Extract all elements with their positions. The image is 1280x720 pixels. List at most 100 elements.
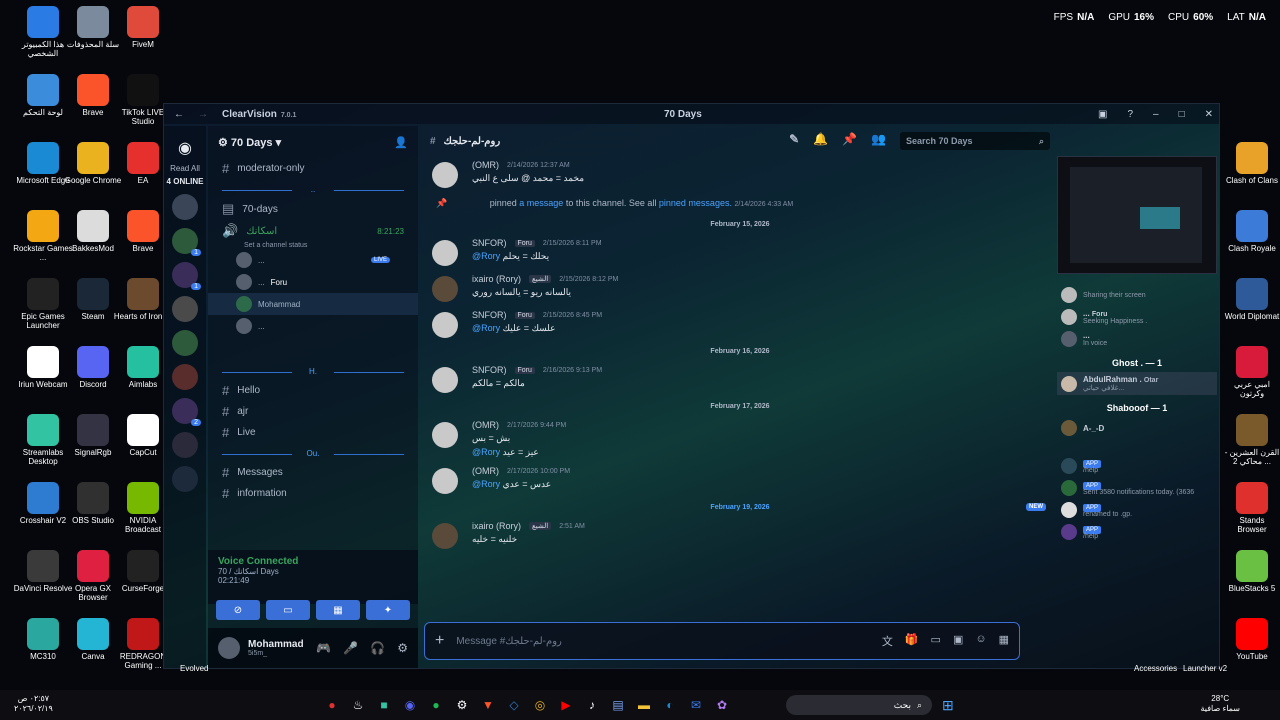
desktop-shortcut[interactable]: Clash Royale <box>1224 210 1280 253</box>
search-input[interactable]: Search 70 Days ⌕ <box>900 132 1050 150</box>
channel-live[interactable]: # Live <box>208 422 418 443</box>
gift-icon[interactable]: 🎁 <box>905 633 919 649</box>
message[interactable]: ixairo (Rory) الشيع 2/15/2026 8:12 PM يالس… <box>420 270 1060 306</box>
channel-status[interactable]: Set a channel status <box>208 242 418 249</box>
channel-hello[interactable]: # Hello <box>208 380 418 401</box>
controller-icon[interactable]: 🎮 <box>316 641 331 655</box>
app-icon[interactable]: ■ <box>376 697 392 713</box>
translate-icon[interactable]: 文 <box>882 633 893 649</box>
pin-icon[interactable]: 📌 <box>842 132 857 150</box>
channel-70-days[interactable]: ▤ 70-days <box>208 198 418 220</box>
discord-logo-icon[interactable]: ◉ <box>172 138 198 158</box>
desktop-shortcut[interactable]: امبي عربي وكرتون <box>1224 346 1280 398</box>
clock[interactable]: ٠٢:٥٧ ص ٢٠٢٦/٠٢/١٩ <box>14 694 53 714</box>
app-icon[interactable]: ● <box>324 697 340 713</box>
forward-arrow-icon[interactable]: → <box>198 109 208 120</box>
message-composer[interactable]: + Message #روم-لم-حلجك 文 🎁 ▭ ▣ ☺ ▦ <box>424 622 1020 660</box>
category-header[interactable]: Ou. <box>208 449 418 458</box>
desktop-shortcut[interactable]: Clash of Clans <box>1224 142 1280 185</box>
copilot-icon[interactable]: ✿ <box>714 697 730 713</box>
category-header[interactable]: H. <box>208 367 418 376</box>
voice-channel[interactable]: 🔊 اسكانك 8:21:23 <box>208 220 418 242</box>
category-header[interactable]: .. <box>208 185 418 194</box>
server-icon[interactable] <box>172 194 198 220</box>
youtube-icon[interactable]: ▶ <box>558 697 574 713</box>
apps-icon[interactable]: ▦ <box>999 633 1009 649</box>
bot-item[interactable]: APP renamed to .gp. <box>1057 499 1217 521</box>
voice-user[interactable]: ... LIVE <box>208 249 418 271</box>
windows-start-icon[interactable]: ⊞ <box>942 697 954 714</box>
voice-user[interactable]: ... <box>208 315 418 337</box>
member-item[interactable]: Sharing their screen <box>1057 284 1217 306</box>
pinned-messages-link[interactable]: pinned messages. <box>659 198 732 208</box>
pinned-message-link[interactable]: a message <box>519 198 563 208</box>
desktop-shortcut[interactable]: YouTube <box>1224 618 1280 661</box>
close-button[interactable]: ✕ <box>1205 109 1213 120</box>
server-icon[interactable] <box>172 432 198 458</box>
help-icon[interactable]: ? <box>1127 109 1133 120</box>
bot-item[interactable]: APP/help <box>1057 521 1217 543</box>
chrome-icon[interactable]: ◎ <box>532 697 548 713</box>
message[interactable]: (OMR) 2/17/2026 9:44 PM بش = بس @Rory عيز… <box>420 416 1060 462</box>
brave-icon[interactable]: ▼ <box>480 697 496 713</box>
bot-item[interactable]: APP/help <box>1057 455 1217 477</box>
tiktok-icon[interactable]: ♪ <box>584 697 600 713</box>
weather-widget[interactable]: 28°C سماء صافية <box>1200 694 1240 714</box>
server-icon[interactable] <box>172 466 198 492</box>
member-item[interactable]: ... Foru Seeking Happiness . <box>1057 306 1217 328</box>
maximize-button[interactable]: □ <box>1179 109 1185 120</box>
avatar[interactable] <box>218 637 240 659</box>
app-icon[interactable]: ◇ <box>506 697 522 713</box>
message[interactable]: SNFOR) Foru 2/15/2026 8:11 PM @Rory يحلك =… <box>420 234 1060 270</box>
voice-connected-label[interactable]: Voice Connected <box>218 556 408 567</box>
settings-gear-icon[interactable]: ⚙ <box>397 641 408 655</box>
soundboard-button[interactable]: ✦ <box>366 600 410 620</box>
desktop-shortcut[interactable]: Stands Browser <box>1224 482 1280 534</box>
desktop-shortcut[interactable]: BlueStacks 5 <box>1224 550 1280 593</box>
message[interactable]: SNFOR) Foru 2/16/2026 9:13 PM مالكم = مالك… <box>420 361 1060 397</box>
inbox-icon[interactable]: ▣ <box>1098 109 1107 120</box>
desktop-shortcut[interactable]: القرن العشرين - محاكي 2 ... <box>1224 414 1280 466</box>
members-icon[interactable]: 👥 <box>871 132 886 150</box>
message-input[interactable]: Message #روم-لم-حلجك <box>456 636 562 647</box>
voice-user[interactable]: ... Foru <box>208 271 418 293</box>
channel-moderator-only[interactable]: # moderator-only <box>208 158 418 179</box>
server-icon[interactable]: 2 <box>172 398 201 426</box>
steam-icon[interactable]: ♨ <box>350 697 366 713</box>
microphone-icon[interactable]: 🎤 <box>343 641 358 655</box>
mail-icon[interactable]: ✉ <box>688 697 704 713</box>
spotify-icon[interactable]: ● <box>428 697 444 713</box>
message[interactable]: (OMR) 2/17/2026 10:00 PM @Rory عدس = عدي <box>420 462 1060 498</box>
mention[interactable]: @Rory <box>472 251 500 261</box>
server-icon[interactable] <box>172 296 198 322</box>
desktop-shortcut[interactable]: FiveM <box>112 6 174 49</box>
desktop-shortcut[interactable]: World Diplomat <box>1224 278 1280 321</box>
bell-icon[interactable]: 🔔 <box>813 132 828 150</box>
server-header[interactable]: ⚙ 70 Days ▾ 👤 <box>208 126 418 158</box>
emoji-icon[interactable]: ☺ <box>975 633 986 649</box>
server-icon[interactable]: 1 <box>172 228 201 256</box>
folder-icon[interactable]: ▬ <box>636 697 652 713</box>
sticker-icon[interactable]: ▣ <box>953 633 963 649</box>
channel-information[interactable]: # information <box>208 483 418 504</box>
mention[interactable]: @Rory <box>472 479 500 489</box>
channel-messages[interactable]: # Messages <box>208 462 418 483</box>
member-item[interactable]: ... In voice <box>1057 328 1217 350</box>
member-item[interactable]: A-_-D <box>1057 417 1217 439</box>
app-icon[interactable]: ⚙ <box>454 697 470 713</box>
voice-user[interactable]: Mohammad <box>208 293 418 315</box>
channel-ajr[interactable]: # ajr <box>208 401 418 422</box>
message[interactable]: ixairo (Rory) الشيع 2:51 AM خلنيه = خليه <box>420 517 1060 553</box>
add-attachment-icon[interactable]: + <box>435 632 444 650</box>
member-item[interactable]: AbdulRahman . Otar غلافي حياتي... <box>1057 372 1217 395</box>
bot-item[interactable]: APP Sent 3580 notifications today. (3636 <box>1057 477 1217 499</box>
store-icon[interactable]: ▤ <box>610 697 626 713</box>
taskbar-search[interactable]: بحث ⌕ <box>786 695 932 715</box>
mention[interactable]: @Rory <box>472 447 500 457</box>
edge-icon[interactable]: ◐ <box>662 697 678 713</box>
back-arrow-icon[interactable]: ← <box>174 109 184 120</box>
stream-preview[interactable] <box>1057 156 1217 274</box>
discord-icon[interactable]: ◉ <box>402 697 418 713</box>
camera-button[interactable]: ⊘ <box>216 600 260 620</box>
minimize-button[interactable]: – <box>1153 109 1159 120</box>
